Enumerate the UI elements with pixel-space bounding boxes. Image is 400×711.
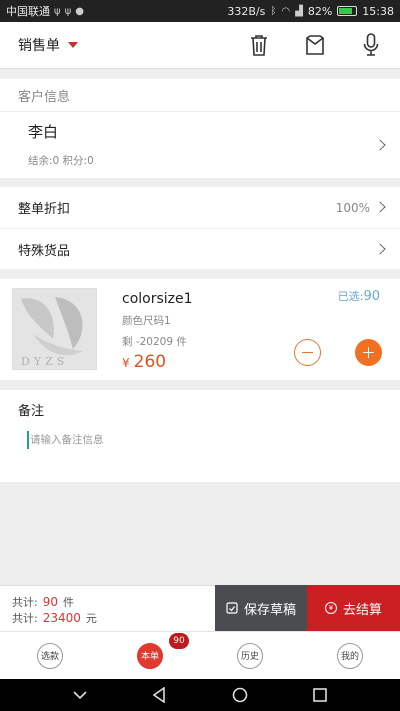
- product-price: ¥260: [122, 352, 166, 372]
- selected-label: 已选:: [337, 290, 364, 303]
- total-qty-unit: 件: [63, 596, 74, 609]
- increase-quantity-button[interactable]: [355, 339, 382, 366]
- recents-icon[interactable]: [313, 688, 328, 702]
- currency-symbol: ¥: [122, 356, 130, 370]
- checkout-button[interactable]: ¥ 去结算: [307, 585, 400, 631]
- chevron-right-icon: [374, 201, 386, 213]
- microphone-icon[interactable]: [360, 33, 382, 57]
- tab-label: 我的: [337, 642, 363, 669]
- remark-input[interactable]: [27, 431, 367, 449]
- customer-section: 客户信息 李白 结余:0 积分:0: [0, 79, 400, 178]
- price-value: 260: [133, 352, 167, 372]
- product-thumbnail[interactable]: DYZS: [12, 288, 97, 370]
- save-draft-button[interactable]: 保存草稿: [215, 585, 307, 631]
- battery-icon: [337, 6, 358, 16]
- remark-label: 备注: [18, 404, 45, 419]
- order-type-dropdown[interactable]: 销售单: [18, 35, 248, 55]
- draft-icon: [226, 602, 238, 614]
- signal-icon: ▟: [295, 5, 303, 17]
- selected-value: 90: [363, 289, 380, 304]
- tab-history[interactable]: 历史: [200, 632, 300, 679]
- bottom-tab-bar: 选款 本单 90 历史 我的: [0, 631, 400, 679]
- customer-balance-points: 结余:0 积分:0: [28, 155, 94, 167]
- order-count-badge: 90: [169, 633, 189, 649]
- total-qty-label: 共计:: [12, 596, 38, 609]
- app-header: 销售单: [0, 22, 400, 69]
- usb-icon: ψ: [54, 5, 61, 17]
- customer-name: 李白: [28, 123, 59, 141]
- checkout-label: 去结算: [342, 602, 382, 618]
- order-options-section: 整单折扣 100% 特殊货品: [0, 187, 400, 269]
- tab-label: 本单: [137, 642, 163, 669]
- product-name: colorsize1: [122, 291, 193, 307]
- tab-current-order[interactable]: 本单 90: [100, 632, 200, 679]
- order-totals: 共计: 90 件 共计: 23400 元: [0, 585, 215, 631]
- order-item: DYZS colorsize1 颜色尺码1 剩 -20209 件 ¥260 已选…: [0, 279, 400, 380]
- yen-icon: ¥: [324, 602, 337, 614]
- customer-row[interactable]: 李白 结余:0 积分:0: [0, 112, 400, 178]
- chevron-down-icon: [68, 42, 78, 48]
- total-amount-label: 共计:: [12, 612, 38, 625]
- discount-value: 100%: [335, 200, 370, 215]
- chevron-right-icon: [374, 139, 386, 151]
- back-icon[interactable]: [152, 687, 166, 703]
- clock: 15:38: [362, 4, 394, 18]
- special-goods-label: 特殊货品: [18, 243, 71, 259]
- wechat-icon: ●: [75, 5, 84, 17]
- carrier-label: 中国联通: [6, 5, 50, 18]
- tab-label: 选款: [37, 642, 63, 669]
- network-speed: 332B/s: [227, 4, 266, 18]
- total-amount-unit: 元: [85, 612, 97, 625]
- bluetooth-icon: ᛒ: [270, 5, 277, 17]
- status-bar: 中国联通 ψ ψ ● 332B/s ᛒ ◠ ▟ 82% 15:38: [0, 0, 400, 22]
- system-nav-bar: [0, 679, 400, 711]
- chevron-right-icon: [374, 243, 386, 255]
- remark-section: 备注: [0, 390, 400, 482]
- battery-percent: 82%: [307, 4, 333, 18]
- usb-debug-icon: ψ: [64, 5, 72, 17]
- wifi-icon: ◠: [281, 5, 291, 17]
- save-draft-label: 保存草稿: [243, 602, 296, 618]
- home-icon[interactable]: [232, 687, 248, 703]
- total-qty-value: 90: [42, 595, 58, 609]
- hide-keyboard-icon[interactable]: [73, 690, 87, 700]
- svg-text:DYZS: DYZS: [21, 355, 68, 368]
- decrease-quantity-button[interactable]: [294, 339, 321, 366]
- bag-icon[interactable]: [304, 33, 326, 57]
- discount-label: 整单折扣: [18, 202, 71, 217]
- customer-section-title: 客户信息: [0, 79, 400, 112]
- product-stock: 剩 -20209 件: [122, 336, 187, 348]
- tab-select-style[interactable]: 选款: [0, 632, 100, 679]
- minus-icon: [302, 351, 313, 354]
- selected-count: 已选:90: [338, 288, 380, 304]
- total-amount-value: 23400: [42, 611, 81, 625]
- special-goods-row[interactable]: 特殊货品: [0, 228, 400, 269]
- tab-mine[interactable]: 我的: [300, 632, 400, 679]
- discount-row[interactable]: 整单折扣 100%: [0, 187, 400, 228]
- page-title: 销售单: [18, 38, 60, 54]
- trash-icon[interactable]: [248, 33, 270, 57]
- product-spec: 颜色尺码1: [122, 315, 171, 327]
- tab-label: 历史: [237, 642, 263, 669]
